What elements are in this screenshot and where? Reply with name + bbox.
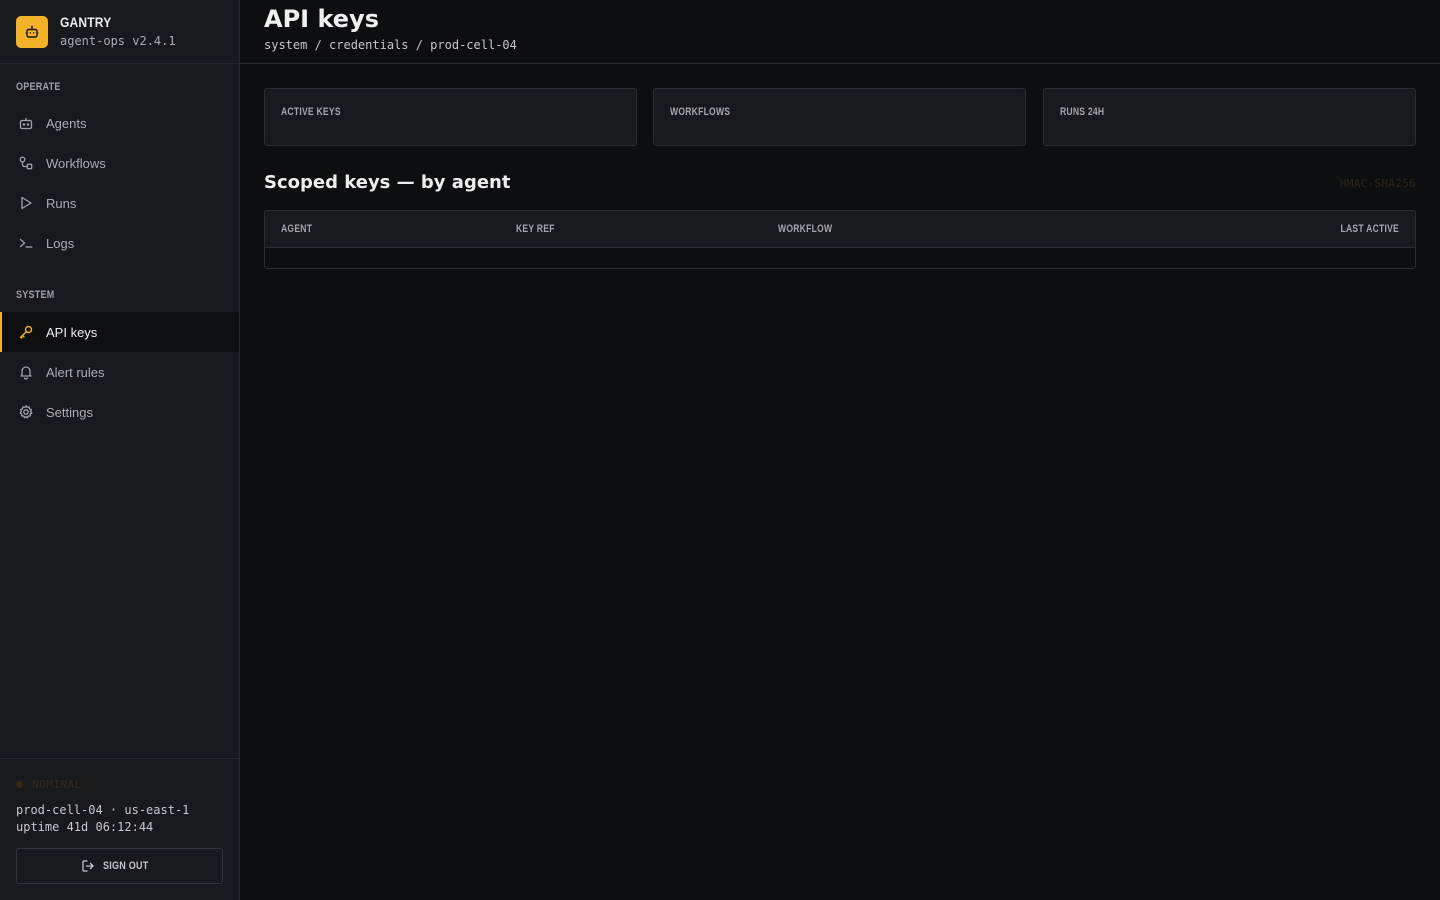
page-header: API keys system / credentials / prod-cel… (240, 0, 1440, 64)
sidebar-item-settings[interactable]: Settings (0, 392, 239, 432)
main-content: API keys system / credentials / prod-cel… (240, 0, 1440, 900)
cell-region: prod-cell-04 · us-east-1 (16, 803, 190, 817)
sidebar-item-label: API keys (46, 324, 98, 340)
algorithm-tag: HMAC-SHA256 (1339, 177, 1416, 190)
sidebar-item-label: Workflows (46, 155, 106, 171)
sidebar-item-workflows[interactable]: Workflows (0, 143, 239, 183)
uptime: uptime 41d 06:12:44 (16, 820, 154, 834)
status-text: NOMINAL (32, 778, 82, 791)
sidebar-item-label: Settings (46, 404, 93, 420)
status-indicator: NOMINAL (16, 778, 82, 791)
key-icon (18, 324, 34, 340)
terminal-icon (18, 235, 34, 251)
page-title: API keys (264, 5, 379, 33)
gear-icon (18, 404, 34, 420)
robot-logo-icon (16, 15, 48, 48)
sidebar-item-alert-rules[interactable]: Alert rules (0, 352, 239, 392)
column-header-workflow[interactable]: WORKFLOW (778, 223, 832, 235)
sidebar-item-agents[interactable]: Agents (0, 103, 239, 143)
stat-label: WORKFLOWS (670, 106, 731, 118)
column-header-agent[interactable]: AGENT (281, 223, 312, 235)
system-status-panel: NOMINAL prod-cell-04 · us-east-1 uptime … (0, 758, 239, 900)
sidebar-item-label: Runs (46, 195, 77, 211)
section-label-system: SYSTEM (16, 289, 55, 301)
table-header: AGENT KEY REF WORKFLOW LAST ACTIVE (265, 211, 1415, 248)
sidebar-item-api-keys[interactable]: API keys (0, 312, 239, 352)
stat-label: RUNS 24H (1060, 106, 1105, 118)
section-title: Scoped keys — by agent (264, 172, 511, 193)
stat-card-runs-24h: RUNS 24H (1043, 88, 1416, 146)
stat-card-workflows: WORKFLOWS (653, 88, 1026, 146)
app-version: agent-ops v2.4.1 (60, 34, 176, 48)
play-icon (18, 195, 34, 211)
stat-label: ACTIVE KEYS (281, 106, 341, 118)
sign-out-button[interactable]: SIGN OUT (16, 848, 223, 884)
sidebar-item-logs[interactable]: Logs (0, 223, 239, 263)
sign-out-icon (82, 860, 94, 872)
scoped-keys-table: AGENT KEY REF WORKFLOW LAST ACTIVE (264, 210, 1416, 269)
workflow-icon (18, 155, 34, 171)
stat-card-active-keys: ACTIVE KEYS (264, 88, 637, 146)
sign-out-label: SIGN OUT (102, 860, 149, 872)
bell-icon (18, 364, 34, 380)
breadcrumb: system / credentials / prod-cell-04 (264, 38, 517, 52)
section-label-operate: OPERATE (16, 81, 61, 93)
sidebar-item-label: Logs (46, 235, 75, 251)
sidebar: GANTRY agent-ops v2.4.1 OPERATE Agents W… (0, 0, 240, 900)
brand-name: GANTRY (60, 14, 112, 30)
sidebar-item-label: Agents (46, 115, 87, 131)
column-header-key-ref[interactable]: KEY REF (516, 223, 555, 235)
sidebar-item-label: Alert rules (46, 364, 105, 380)
brand-header: GANTRY agent-ops v2.4.1 (0, 0, 239, 64)
status-dot-icon (16, 781, 23, 788)
column-header-last-active[interactable]: LAST ACTIVE (1340, 223, 1399, 235)
sidebar-item-runs[interactable]: Runs (0, 183, 239, 223)
robot-icon (18, 115, 34, 131)
